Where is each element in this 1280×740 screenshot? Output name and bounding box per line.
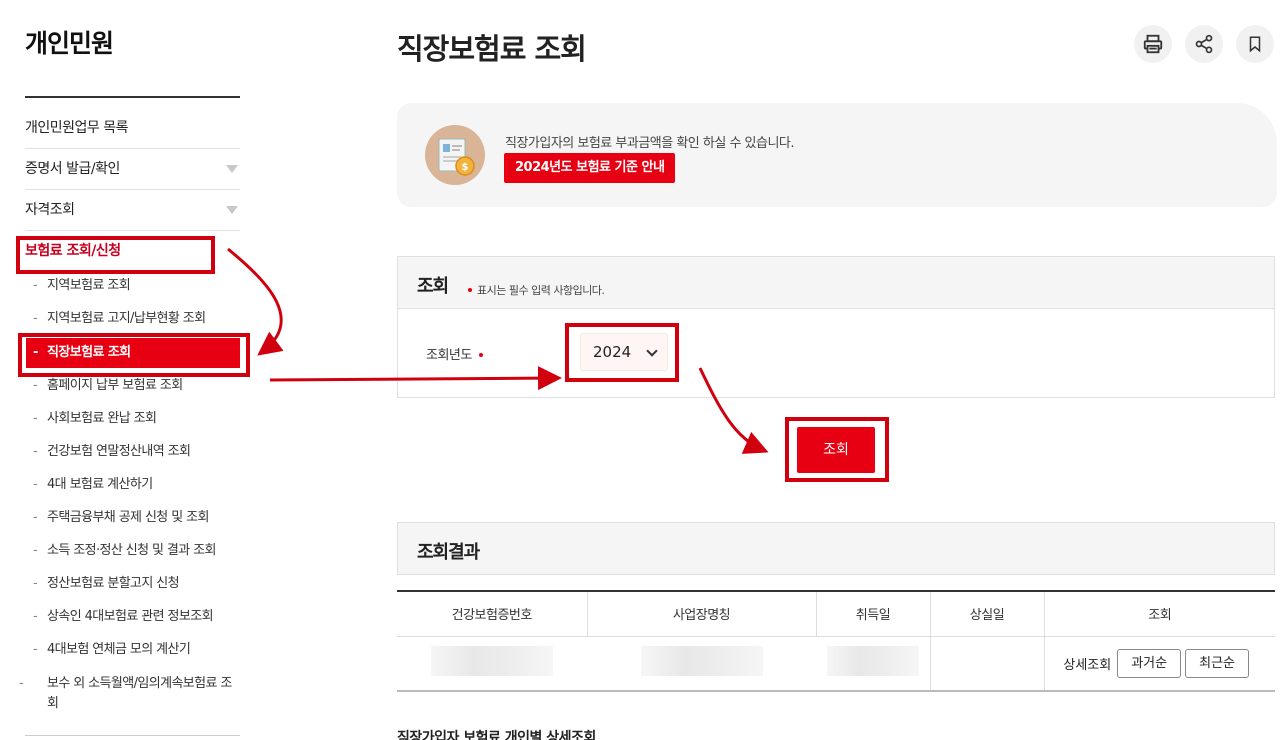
sidebar-title: 개인민원 [25,29,114,58]
sidebar-subitem-label: 보수 외 소득월액/임의계속보험료 조회 [47,676,232,711]
sidebar-subitem-income-adjustment[interactable]: - 소득 조정·정산 신청 및 결과 조회 [33,541,243,561]
dash-marker: - [33,444,38,459]
sidebar-subitem-regional-notice[interactable]: - 지역보험료 고지/납부현황 조회 [33,309,243,329]
sidebar-subitem-late-fee-calculator[interactable]: -4대보험 연체금 모의 계산기 [33,640,243,660]
masked-cell [587,636,816,692]
print-button[interactable] [1134,25,1172,63]
sidebar-divider [25,96,240,98]
column-header: 건강보험증번호 [397,590,588,637]
dash-marker: - [33,609,38,624]
sidebar-subitem-label: 사회보험료 완납 조회 [47,411,157,426]
sidebar-subitem-housing-debt[interactable]: - 주택금융부채 공제 신청 및 조회 [33,508,243,528]
print-icon [1143,34,1163,54]
masked-value [640,646,763,677]
masked-cell [397,636,587,692]
dash-marker: - [33,278,38,293]
sidebar-subitem-label: 지역보험료 조회 [47,278,131,293]
result-header: 조회결과 [397,522,1275,575]
dash-marker: - [33,543,38,558]
triangle-down-icon [226,206,238,214]
bookmark-button[interactable] [1236,25,1274,63]
required-note-text: 표시는 필수 입력 사항입니다. [477,284,605,297]
dash-marker: - [33,510,38,525]
sidebar-divider [25,735,240,736]
bookmark-icon [1249,36,1261,53]
sidebar-subitem-social-full-payment[interactable]: - 사회보험료 완납 조회 [33,409,243,429]
dash-marker: - [33,642,38,657]
sidebar-item-label: 증명서 발급/확인 [25,161,120,177]
sidebar-item-label: 개인민원업무 목록 [25,120,129,136]
masked-cell [816,636,931,692]
sidebar-subitem-label: 4대보험 연체금 모의 계산기 [47,642,191,657]
sidebar-subitem-other-income[interactable]: - 보수 외 소득월액/임의계속보험료 조회 [19,674,243,714]
sidebar-subitem-heir-info[interactable]: - 상속인 4대보험료 관련 정보조회 [33,607,243,627]
dash-marker: - [33,576,38,591]
section-title-detail: 직장가입자 보험료 개인별 상세조회 [397,730,596,740]
sidebar-subitem-label: 상속인 4대보험료 관련 정보조회 [47,609,214,624]
info-text: 직장가입자의 보험료 부과금액을 확인 하실 수 있습니다. [505,136,795,151]
required-note: 표시는 필수 입력 사항입니다. [468,282,605,298]
sidebar-subitem-regional-premium[interactable]: - 지역보험료 조회 [33,276,243,296]
dash-marker: - [33,411,38,426]
result-table: 건강보험증번호 사업장명칭 취득일 상실일 조회 상세조회 과거순 최근순 [397,590,1275,692]
sidebar-subitem-label: 주택금융부채 공제 신청 및 조회 [47,510,209,525]
table-header-row: 건강보험증번호 사업장명칭 취득일 상실일 조회 [397,590,1275,637]
premium-standard-guide-button[interactable]: 2024년도 보험료 기준 안내 [504,153,676,183]
sidebar-item-qualification[interactable]: 자격조회 [25,190,240,231]
search-panel-header: 조회 표시는 필수 입력 사항입니다. [398,257,1274,309]
dash-marker: - [33,477,38,492]
search-panel-body: 조회년도 2024 [398,309,1274,397]
table-row: 상세조회 과거순 최근순 [397,636,1275,692]
sidebar-subitem-premium-calculator[interactable]: -4대 보험료 계산하기 [33,475,243,495]
search-panel: 조회 표시는 필수 입력 사항입니다. 조회년도 2024 [397,256,1275,398]
svg-text:$: $ [462,162,469,173]
sort-recent-button[interactable]: 최근순 [1185,648,1249,678]
year-field-label: 조회년도 [426,344,488,363]
sidebar-subitem-label: 소득 조정·정산 신청 및 결과 조회 [47,543,216,558]
column-header: 사업장명칭 [587,590,817,637]
search-panel-title: 조회 [417,276,449,297]
sidebar-item-label: 자격조회 [25,202,75,218]
dash-marker: - [33,378,38,393]
sidebar-item-civil-list[interactable]: 개인민원업무 목록 [25,108,240,149]
detail-cell: 상세조회 과거순 최근순 [1044,636,1275,692]
document-coin-icon: $ [425,125,485,185]
sidebar-subitem-installment-notice[interactable]: - 정산보험료 분할고지 신청 [33,574,243,594]
sort-past-button[interactable]: 과거순 [1117,648,1182,678]
sidebar-subitem-label: 건강보험 연말정산내역 조회 [47,444,191,459]
column-header: 상실일 [930,590,1045,637]
empty-cell [930,636,1045,692]
result-title: 조회결과 [417,542,480,563]
detail-label: 상세조회 [1063,657,1112,673]
sidebar-subitem-homepage-payment[interactable]: - 홈페이지 납부 보험료 조회 [33,376,243,396]
sidebar-item-certificate[interactable]: 증명서 발급/확인 [25,149,240,190]
triangle-down-icon [226,165,238,173]
sidebar-subitem-label: 홈페이지 납부 보험료 조회 [47,378,183,393]
dash-marker: - [33,311,38,326]
sidebar-subitem-label: 지역보험료 고지/납부현황 조회 [47,311,206,326]
column-header: 취득일 [816,590,931,637]
required-dot-icon [468,288,472,292]
highlight-box-year-select [565,323,679,382]
dash-marker: - [19,676,24,691]
share-button[interactable] [1185,25,1223,63]
highlight-box-workplace-premium [18,333,250,377]
masked-value [826,646,919,677]
sidebar-subitem-label: 정산보험료 분할고지 신청 [47,576,180,591]
info-box: $ 직장가입자의 보험료 부과금액을 확인 하실 수 있습니다. 2024년도 … [397,103,1277,207]
page-title: 직장보험료 조회 [397,32,587,66]
year-field-label-text: 조회년도 [426,348,472,363]
highlight-box-premium-menu [16,236,215,274]
masked-value [431,646,553,677]
sidebar-subitem-label: 4대 보험료 계산하기 [47,477,153,492]
sidebar-subitem-year-end-settlement[interactable]: - 건강보험 연말정산내역 조회 [33,442,243,462]
highlight-box-search-button [785,417,889,482]
column-header: 조회 [1044,590,1275,637]
share-icon [1195,34,1213,54]
required-dot-icon [479,352,484,357]
